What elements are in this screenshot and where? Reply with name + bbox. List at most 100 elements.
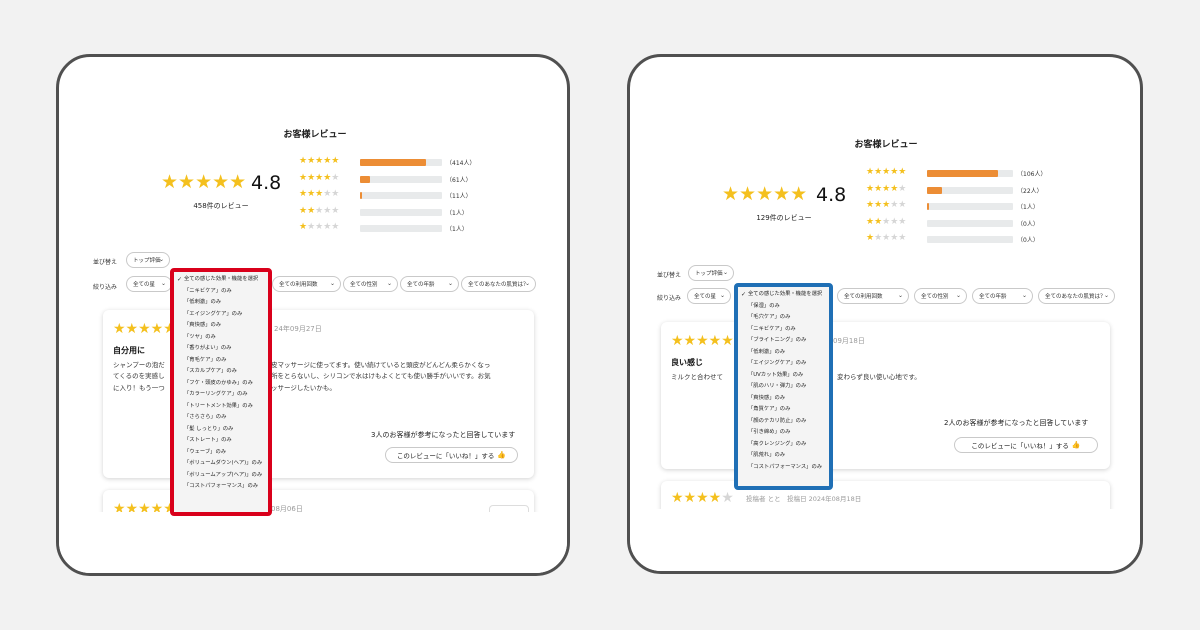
dropdown-option[interactable]: 「爽快感」のみ bbox=[740, 393, 827, 405]
filter-skin-type[interactable]: 全てのあなたの肌質は？ ⌄ bbox=[1038, 288, 1115, 304]
review-date: 09月18日 bbox=[833, 337, 865, 345]
row-stars: ★★★★★ bbox=[299, 156, 340, 166]
filter-usage[interactable]: 全ての利用回数 ⌄ bbox=[272, 276, 341, 292]
row-stars: ★★★★★ bbox=[299, 172, 340, 183]
sort-value: トップ評価 bbox=[695, 271, 723, 277]
dropdown-option[interactable]: 「ウェーブ」のみ bbox=[176, 447, 266, 459]
distribution-count: （414人） bbox=[446, 160, 476, 167]
review-title: 自分用に bbox=[113, 346, 145, 355]
dropdown-option[interactable]: 「爽快感」のみ bbox=[176, 320, 266, 332]
distribution-row[interactable]: ★★★★★ （1人） bbox=[866, 200, 1057, 212]
dropdown-option[interactable]: 「ボリュームアップ(ヘア)」のみ bbox=[176, 470, 266, 482]
dropdown-option[interactable]: 「育毛ケア」のみ bbox=[176, 355, 266, 367]
distribution-bar-track bbox=[927, 219, 1013, 227]
dropdown-option[interactable]: 「さらさら」のみ bbox=[176, 412, 266, 424]
distribution-row[interactable]: ★★★★★ （22人） bbox=[866, 184, 1057, 195]
dropdown-option[interactable]: 「引き締め」のみ bbox=[740, 427, 827, 439]
distribution-row[interactable]: ★★★★★ （1人） bbox=[299, 206, 486, 217]
filter-skin-type[interactable]: 全てのあなたの肌質は？ ⌄ bbox=[461, 276, 536, 292]
distribution-bar-track bbox=[360, 208, 442, 216]
dropdown-option[interactable]: 「フケ・頭皮のかゆみ」のみ bbox=[176, 378, 266, 390]
dropdown-option[interactable]: 「肌のハリ・弾力」のみ bbox=[740, 381, 827, 393]
filter-stars[interactable]: 全ての星 ⌄ bbox=[687, 288, 731, 304]
dropdown-option[interactable]: 「コストパフォーマンス」のみ bbox=[740, 462, 827, 474]
distribution-row[interactable]: ★★★★★ （61人） bbox=[299, 172, 486, 184]
distribution-row[interactable]: ★★★★★ （0人） bbox=[866, 234, 1057, 245]
dropdown-option[interactable]: 「肌荒れ」のみ bbox=[740, 450, 827, 462]
row-stars: ★★★★★ bbox=[866, 200, 907, 210]
sort-select[interactable]: トップ評価 ⌄ bbox=[126, 252, 170, 268]
filter-gender[interactable]: 全ての性別 ⌄ bbox=[914, 288, 967, 304]
dropdown-option[interactable]: 「コストパフォーマンス」のみ bbox=[176, 481, 266, 493]
review-card: ★★★★★ 24年09月27日 自分用に シャンプーの泡だ てくるのを実感し に… bbox=[103, 310, 534, 478]
filter-usage[interactable]: 全ての利用回数 ⌄ bbox=[837, 288, 909, 304]
dropdown-option[interactable]: 「ニキビケア」のみ bbox=[176, 286, 266, 298]
distribution-bar-fill bbox=[927, 203, 929, 210]
filter-age[interactable]: 全ての年齢 ⌄ bbox=[972, 288, 1033, 304]
distribution-count: （0人） bbox=[1017, 220, 1039, 228]
like-button-label: このレビューに「いいね！」する bbox=[971, 442, 1069, 450]
distribution-row[interactable]: ★★★★★ （0人） bbox=[866, 217, 1057, 228]
thumbs-up-icon: 👍 bbox=[497, 451, 507, 459]
dropdown-option[interactable]: 「顔のテカリ防止」のみ bbox=[740, 416, 827, 428]
distribution-row[interactable]: ★★★★★ （414人） bbox=[299, 156, 486, 168]
dropdown-option[interactable]: 「スカルプケア」のみ bbox=[176, 366, 266, 378]
effect-filter-dropdown[interactable]: ✓ 全ての感じた効果・機能を選択 「保湿」のみ 「毛穴ケア」のみ 「ニキビケア」のみ 「ブ… bbox=[734, 283, 833, 490]
review-author-date: 投稿者 とと 投稿日 2024年08月18日 bbox=[746, 495, 862, 503]
dropdown-option[interactable]: 「毛穴ケア」のみ bbox=[740, 312, 827, 324]
dropdown-option-all[interactable]: ✓ 全ての感じた効果・機能を選択 bbox=[176, 274, 266, 286]
chevron-down-icon: ⌄ bbox=[955, 292, 961, 299]
dropdown-option[interactable]: 「エイジングケア」のみ bbox=[176, 309, 266, 321]
distribution-row[interactable]: ★★★★★ （106人） bbox=[866, 168, 1057, 179]
dropdown-option[interactable]: 「ボリュームダウン(ヘア)」のみ bbox=[176, 458, 266, 470]
dropdown-option[interactable]: 「高クレンジング」のみ bbox=[740, 439, 827, 451]
filter-age-value: 全ての年齢 bbox=[979, 294, 1007, 300]
filter-gender[interactable]: 全ての性別 ⌄ bbox=[343, 276, 398, 292]
dropdown-option[interactable]: 「低刺激」のみ bbox=[740, 347, 827, 359]
like-button[interactable]: このレビューに「いいね！」する 👍 bbox=[385, 447, 518, 463]
dropdown-option[interactable]: 「髪 しっとり」のみ bbox=[176, 424, 266, 436]
row-stars: ★★★★★ bbox=[299, 189, 340, 199]
dropdown-option[interactable]: 「ツヤ」のみ bbox=[176, 332, 266, 344]
dropdown-option[interactable]: 「エイジングケア」のみ bbox=[740, 358, 827, 370]
dropdown-option-all[interactable]: ✓ 全ての感じた効果・機能を選択 bbox=[740, 289, 827, 301]
distribution-count: （1人） bbox=[446, 209, 468, 217]
like-button[interactable]: このレビューに「いいね！」する 👍 bbox=[954, 437, 1098, 453]
review-date: 24年09月27日 bbox=[274, 325, 322, 333]
distribution-row[interactable]: ★★★★★ （1人） bbox=[299, 223, 486, 234]
distribution-count: （1人） bbox=[1017, 204, 1039, 211]
chevron-down-icon: ⌄ bbox=[386, 280, 392, 287]
filter-skin-type-value: 全てのあなたの肌質は？ bbox=[468, 282, 529, 288]
chevron-down-icon: ⌄ bbox=[1103, 292, 1109, 299]
filter-stars-value: 全ての星 bbox=[133, 282, 156, 288]
chevron-down-icon: ⌄ bbox=[329, 280, 335, 287]
dropdown-option[interactable]: 「UVカット効果」のみ bbox=[740, 370, 827, 382]
dropdown-option[interactable]: 「保湿」のみ bbox=[740, 301, 827, 313]
dropdown-option[interactable]: 「トリートメント効果」のみ bbox=[176, 401, 266, 413]
average-stars: ★★★★★ bbox=[722, 183, 808, 205]
distribution-bar-fill bbox=[360, 192, 362, 199]
average-rating: 4.8 bbox=[816, 184, 847, 206]
dropdown-option[interactable]: 「低刺激」のみ bbox=[176, 297, 266, 309]
distribution-row[interactable]: ★★★★★ （11人） bbox=[299, 189, 486, 201]
average-stars: ★★★★★ bbox=[161, 171, 247, 193]
filter-label: 絞り込み bbox=[93, 284, 118, 291]
sort-select[interactable]: トップ評価 ⌄ bbox=[688, 265, 734, 281]
review-title: 良い感じ bbox=[671, 358, 703, 367]
distribution-bar-fill bbox=[927, 170, 998, 177]
dropdown-option[interactable]: 「ストレート」のみ bbox=[176, 435, 266, 447]
dropdown-option[interactable]: 「香りがよい」のみ bbox=[176, 343, 266, 355]
dropdown-option[interactable]: 「ブライトニング」のみ bbox=[740, 335, 827, 347]
dropdown-option[interactable]: 「ニキビケア」のみ bbox=[740, 324, 827, 336]
dropdown-option[interactable]: 「角質ケア」のみ bbox=[740, 404, 827, 416]
thumbs-up-icon: 👍 bbox=[1071, 441, 1081, 449]
distribution-bar-fill bbox=[360, 175, 370, 183]
filter-age[interactable]: 全ての年齢 ⌄ bbox=[400, 276, 459, 292]
filter-age-value: 全ての年齢 bbox=[407, 282, 435, 288]
dropdown-option[interactable]: 「カラーリングケア」のみ bbox=[176, 389, 266, 401]
distribution-bar-fill bbox=[360, 159, 427, 166]
effect-filter-dropdown[interactable]: ✓ 全ての感じた効果・機能を選択 「ニキビケア」のみ 「低刺激」のみ 「エイジングケア」… bbox=[170, 268, 272, 516]
distribution-bar-track bbox=[927, 186, 1013, 194]
filter-stars[interactable]: 全ての星 ⌄ bbox=[126, 276, 172, 292]
review-count: 129件のレビュー bbox=[756, 214, 812, 222]
